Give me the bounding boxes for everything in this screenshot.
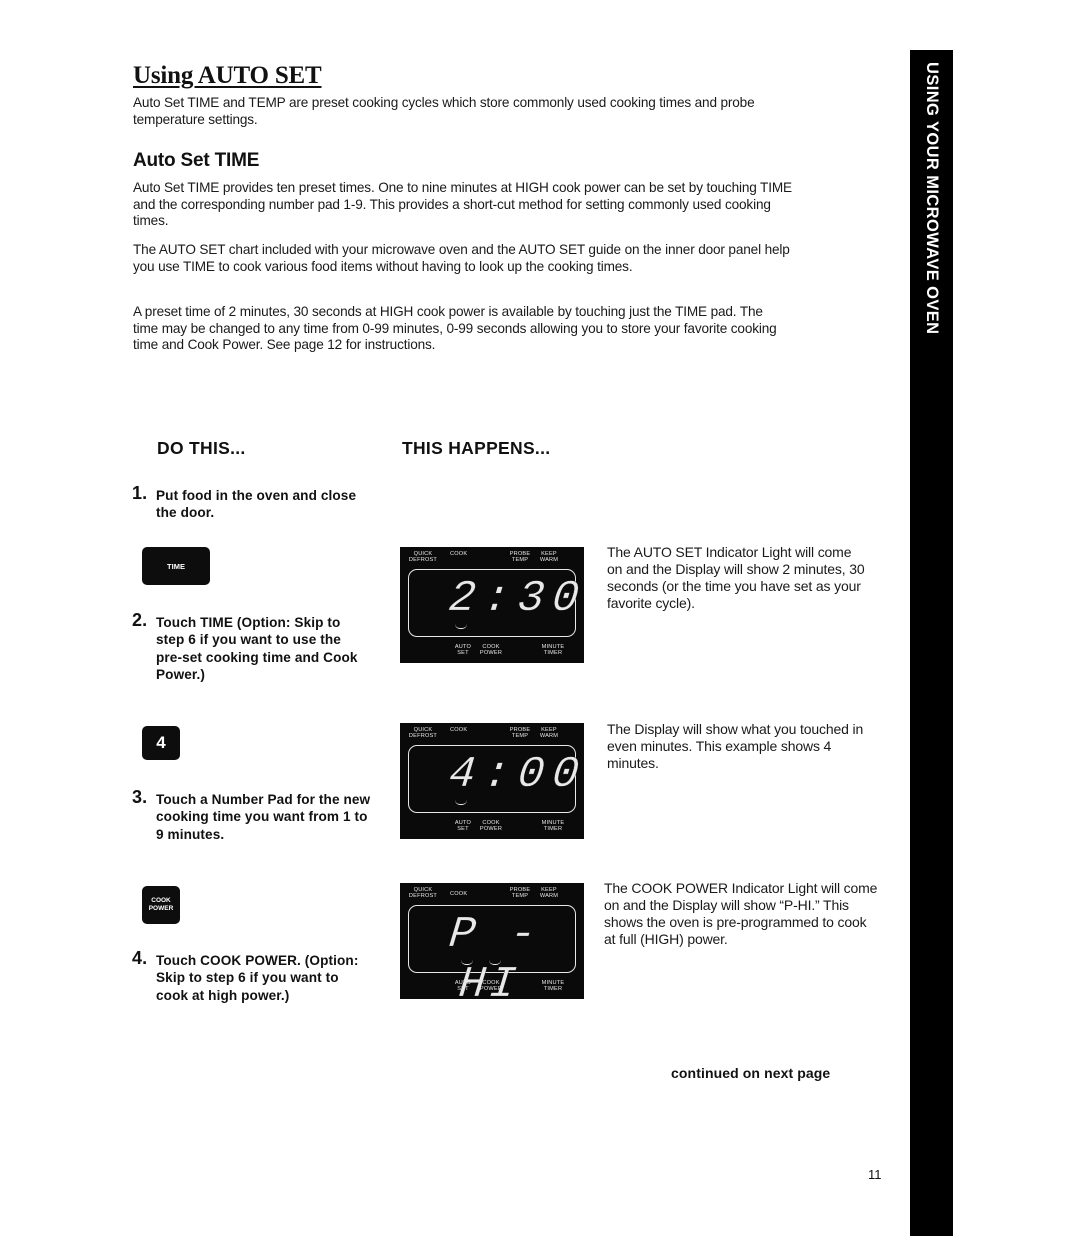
step-number: 4. bbox=[132, 948, 148, 968]
step-text: Touch a Number Pad for the new cooking t… bbox=[156, 792, 371, 842]
this-happens-heading: THIS HAPPENS... bbox=[402, 438, 551, 458]
auto-set-label: AUTO SET bbox=[454, 644, 472, 657]
step-number: 1. bbox=[132, 483, 148, 503]
step-text: Touch TIME (Option: Skip to step 6 if yo… bbox=[156, 615, 358, 682]
probe-temp-label: PROBE TEMP bbox=[509, 727, 531, 740]
step-text: Touch COOK POWER. (Option: Skip to step … bbox=[156, 953, 359, 1003]
step-4-result: The COOK POWER Indicator Light will come… bbox=[604, 880, 878, 947]
auto-set-label: AUTO SET bbox=[454, 820, 472, 833]
display-window: 4:00 bbox=[408, 745, 590, 813]
step-3-result: The Display will show what you touched i… bbox=[607, 721, 864, 771]
auto-set-indicator bbox=[455, 624, 467, 629]
side-section-tab: USING YOUR MICROWAVE OVEN bbox=[910, 50, 953, 1236]
side-tab-label: USING YOUR MICROWAVE OVEN bbox=[923, 62, 941, 335]
section-heading: Auto Set TIME bbox=[133, 150, 260, 171]
minute-timer-label: MINUTE TIMER bbox=[541, 644, 565, 657]
step-number: 2. bbox=[132, 610, 148, 630]
step-number: 3. bbox=[132, 787, 148, 807]
paragraph-1: Auto Set TIME provides ten preset times.… bbox=[133, 180, 792, 229]
paragraph-3: A preset time of 2 minutes, 30 seconds a… bbox=[133, 304, 777, 353]
display-window: 2:30 bbox=[408, 569, 590, 637]
number-pad-4-button[interactable]: 4 bbox=[142, 726, 180, 760]
page-number: 11 bbox=[868, 1167, 882, 1182]
cook-label: COOK bbox=[450, 891, 468, 897]
oven-display-2: QUICK DEFROST COOK PROBE TEMP KEEP WARM … bbox=[400, 723, 590, 839]
keep-warm-label: KEEP WARM bbox=[539, 727, 559, 740]
intro-paragraph: Auto Set TIME and TEMP are preset cookin… bbox=[133, 95, 755, 127]
cook-power-label: COOK POWER bbox=[479, 980, 503, 993]
paragraph-2: The AUTO SET chart included with your mi… bbox=[133, 242, 790, 274]
probe-temp-label: PROBE TEMP bbox=[509, 887, 531, 900]
cook-label: COOK bbox=[450, 551, 468, 557]
cook-power-label: COOK POWER bbox=[479, 820, 503, 833]
quick-defrost-label: QUICK DEFROST bbox=[408, 551, 438, 564]
display-readout: 2:30 bbox=[446, 574, 590, 624]
display-readout: 4:00 bbox=[446, 750, 590, 800]
oven-display-1: QUICK DEFROST COOK PROBE TEMP KEEP WARM … bbox=[400, 547, 590, 663]
cook-power-pad-button[interactable]: COOK POWER bbox=[142, 886, 180, 924]
oven-display-3: QUICK DEFROST COOK PROBE TEMP KEEP WARM … bbox=[400, 883, 584, 1010]
step-2-result: The AUTO SET Indicator Light will come o… bbox=[607, 544, 865, 611]
quick-defrost-label: QUICK DEFROST bbox=[408, 727, 438, 740]
cook-label: COOK bbox=[450, 727, 468, 733]
step-3: 3. Touch a Number Pad for the new cookin… bbox=[132, 787, 372, 843]
keep-warm-label: KEEP WARM bbox=[539, 551, 559, 564]
step-text: Put food in the oven and close the door. bbox=[156, 488, 357, 521]
minute-timer-label: MINUTE TIMER bbox=[541, 820, 565, 833]
page-title: Using AUTO SET bbox=[133, 62, 322, 89]
minute-timer-label: MINUTE TIMER bbox=[541, 980, 565, 993]
keep-warm-label: KEEP WARM bbox=[539, 887, 559, 900]
quick-defrost-label: QUICK DEFROST bbox=[408, 887, 438, 900]
time-pad-button[interactable]: TIME bbox=[142, 547, 210, 585]
cook-power-label: COOK POWER bbox=[479, 644, 503, 657]
step-4: 4. Touch COOK POWER. (Option: Skip to st… bbox=[132, 948, 372, 1004]
step-2: 2. Touch TIME (Option: Skip to step 6 if… bbox=[132, 610, 362, 683]
do-this-heading: DO THIS... bbox=[157, 438, 246, 458]
display-window: P - HI bbox=[408, 905, 576, 1010]
probe-temp-label: PROBE TEMP bbox=[509, 551, 531, 564]
continued-note: continued on next page bbox=[671, 1065, 831, 1081]
auto-set-indicator bbox=[455, 800, 467, 805]
step-1: 1. Put food in the oven and close the do… bbox=[132, 483, 362, 522]
auto-set-label: AUTO SET bbox=[454, 980, 472, 993]
